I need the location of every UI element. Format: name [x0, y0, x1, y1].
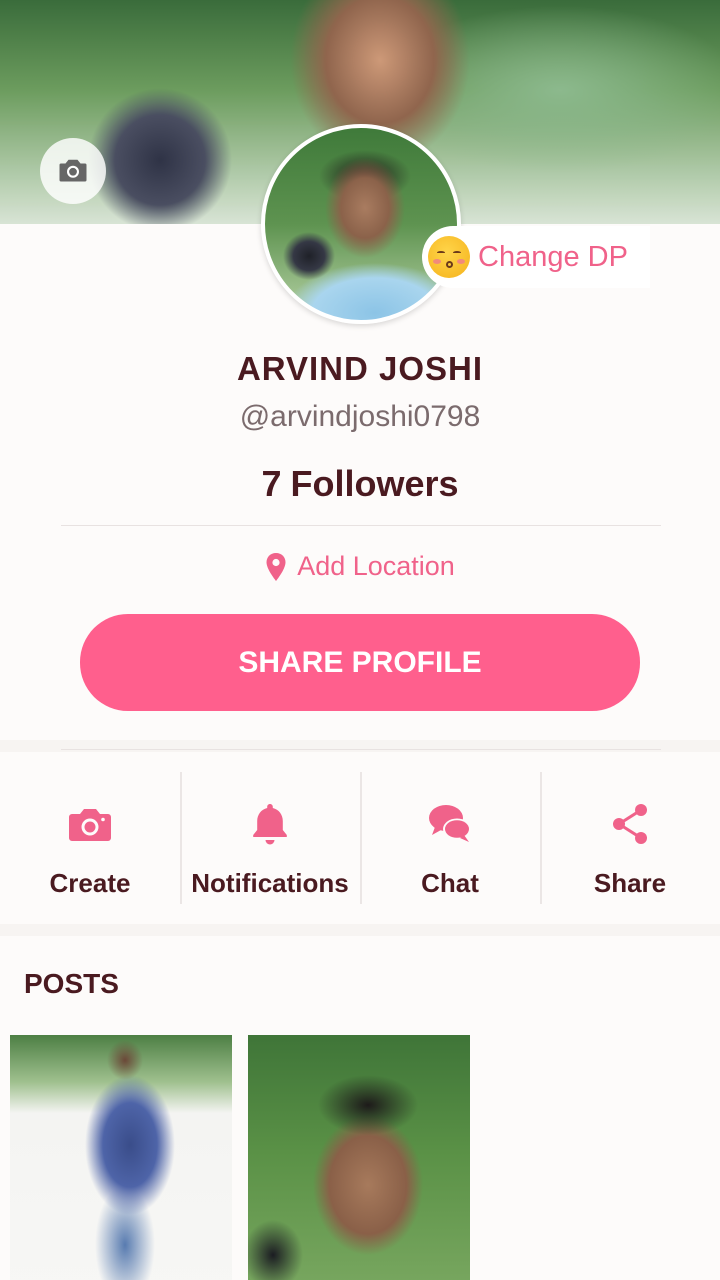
add-location-button[interactable]: Add Location	[0, 551, 720, 582]
chat-label: Chat	[421, 868, 479, 898]
post-thumbnail[interactable]	[10, 1035, 232, 1280]
bell-icon	[253, 804, 287, 845]
change-dp-label: Change DP	[478, 240, 628, 273]
create-action[interactable]: Create	[0, 752, 180, 924]
change-dp-button[interactable]: Change DP	[422, 226, 650, 288]
kissing-face-icon	[428, 236, 470, 278]
profile-name: ARVIND JOSHI	[236, 350, 484, 387]
chat-action[interactable]: Chat	[360, 752, 540, 924]
profile-avatar[interactable]	[261, 124, 461, 324]
action-bar: Create Notifications Chat Share	[0, 752, 720, 924]
posts-section: POSTS	[0, 936, 720, 1280]
share-label: Share	[593, 868, 667, 898]
divider	[61, 749, 661, 750]
profile-handle: @arvindjoshi0798	[239, 400, 481, 433]
followers-count[interactable]: 7 Followers	[0, 463, 720, 505]
share-action[interactable]: Share	[540, 752, 720, 924]
camera-icon	[69, 809, 111, 841]
camera-icon	[59, 159, 87, 182]
notifications-label: Notifications	[191, 868, 349, 898]
profile-divider	[61, 525, 661, 526]
share-profile-button[interactable]: SHARE PROFILE	[80, 614, 640, 711]
add-location-label: Add Location	[297, 551, 455, 581]
change-cover-button[interactable]	[40, 138, 106, 204]
create-label: Create	[49, 868, 131, 898]
posts-title: POSTS	[24, 968, 119, 999]
followers-number: 7	[261, 463, 282, 504]
location-pin-icon	[266, 552, 286, 581]
post-thumbnail[interactable]	[248, 1035, 470, 1280]
followers-label: Followers	[290, 463, 459, 504]
chat-bubbles-icon	[429, 805, 471, 842]
notifications-action[interactable]: Notifications	[180, 752, 360, 924]
share-icon	[613, 804, 647, 844]
